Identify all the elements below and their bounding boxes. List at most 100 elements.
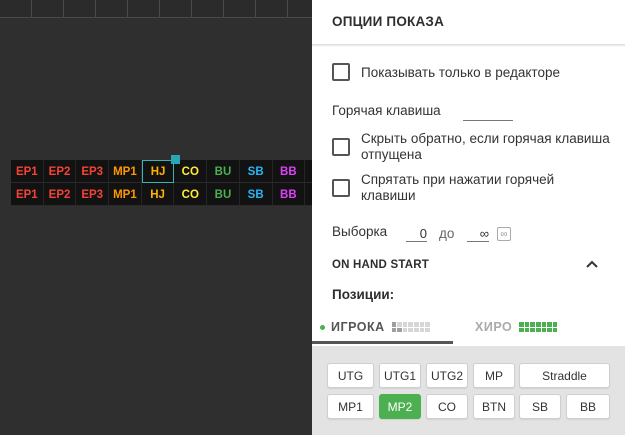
mini-grid-cell: [530, 321, 535, 327]
hotkey-label: Горячая клавиша: [332, 103, 441, 118]
mini-grid-cell: [524, 327, 530, 333]
mini-grid-cell: [397, 321, 402, 327]
position-cell[interactable]: BU: [207, 160, 240, 183]
mini-grid-cell: [419, 327, 425, 333]
position-buttons-area: UTG UTG1 UTG2 MP Straddle MP1 MP2 CO BTN…: [312, 346, 625, 435]
display-options-panel: ОПЦИИ ПОКАЗА Показывать только в редакто…: [312, 0, 625, 435]
mini-grid-cell: [402, 321, 408, 327]
tab-hero-label: ХИРО: [475, 320, 513, 334]
grid-cell: [192, 0, 224, 18]
position-cell[interactable]: EP1: [11, 183, 44, 206]
position-cell[interactable]: CO: [174, 183, 208, 206]
hide-on-release-label: Скрыть обратно, если горячая клавиша отп…: [361, 131, 610, 162]
position-button-co[interactable]: CO: [426, 394, 468, 419]
mini-grid-cell: [541, 327, 547, 333]
position-button-utg2[interactable]: UTG2: [426, 363, 468, 388]
position-cell[interactable]: EP1: [11, 160, 44, 183]
mini-grid-cell: [402, 327, 408, 333]
player-mini-grid-icon: [391, 321, 430, 333]
grid-cell: [64, 0, 96, 18]
grid-cell: [160, 0, 192, 18]
mini-grid-cell: [552, 327, 558, 333]
mini-grid-cell: [547, 327, 552, 333]
position-cell[interactable]: MP1: [109, 183, 142, 206]
position-cell[interactable]: SB: [240, 183, 273, 206]
mini-grid-cell: [414, 321, 419, 327]
mini-grid-cell: [541, 321, 547, 327]
mini-grid-cell: [419, 321, 425, 327]
position-cell[interactable]: EP3: [76, 183, 110, 206]
top-grid-strip: [0, 0, 312, 18]
position-button-utg[interactable]: UTG: [327, 363, 374, 388]
show-only-editor-label: Показывать только в редакторе: [361, 65, 560, 80]
mini-grid-cell: [519, 327, 524, 333]
position-cell[interactable]: SB: [240, 160, 273, 183]
position-cell[interactable]: EP2: [44, 183, 77, 206]
mini-grid-cell: [397, 327, 402, 333]
chevron-up-icon[interactable]: [585, 259, 599, 269]
mini-grid-cell: [536, 327, 541, 333]
show-only-editor-checkbox[interactable]: [332, 63, 350, 81]
mini-grid-cell: [519, 321, 524, 327]
grid-cell: [32, 0, 64, 18]
hide-on-press-checkbox[interactable]: [332, 179, 350, 197]
grid-cell: [256, 0, 288, 18]
sample-to-input[interactable]: ∞: [467, 226, 489, 242]
mini-grid-cell: [530, 327, 535, 333]
position-cell[interactable]: EP3: [76, 160, 110, 183]
section-heading: ON HAND START: [332, 259, 429, 271]
tab-player-label: ИГРОКА: [331, 320, 385, 334]
position-cell[interactable]: HJ: [142, 183, 175, 206]
position-cell[interactable]: BB: [273, 183, 306, 206]
sample-label: Выборка: [332, 224, 388, 239]
position-row: EP1 EP2 EP3 MP1 HJ CO BU SB BB: [11, 183, 312, 206]
hotkey-input[interactable]: [463, 120, 513, 121]
hero-mini-grid-icon: [519, 321, 558, 333]
position-button-mp2[interactable]: MP2: [379, 394, 421, 419]
grid-cell: [224, 0, 256, 18]
position-cell-selected[interactable]: HJ: [141, 160, 175, 183]
tab-hero[interactable]: ХИРО: [475, 316, 558, 338]
position-cell[interactable]: MP1: [109, 160, 142, 183]
position-button-straddle[interactable]: Straddle: [519, 363, 610, 388]
tab-player[interactable]: ИГРОКА: [320, 316, 430, 338]
infinity-icon[interactable]: ∞: [497, 227, 511, 241]
mini-grid-cell: [414, 327, 419, 333]
position-button-sb[interactable]: SB: [519, 394, 561, 419]
table-canvas[interactable]: EP1 EP2 EP3 MP1 HJ CO BU SB BB EP1 EP2 E…: [0, 0, 312, 435]
position-cell[interactable]: BB: [273, 160, 306, 183]
position-button-utg1[interactable]: UTG1: [379, 363, 421, 388]
mini-grid-cell: [408, 321, 413, 327]
mini-grid-cell: [425, 327, 430, 333]
active-dot-icon: [320, 324, 325, 330]
position-button-btn[interactable]: BTN: [473, 394, 515, 419]
position-button-bb[interactable]: BB: [566, 394, 610, 419]
mini-grid-cell: [536, 321, 541, 327]
positions-label: Позиции:: [332, 287, 395, 302]
position-row: EP1 EP2 EP3 MP1 HJ CO BU SB BB: [11, 160, 312, 183]
grid-cell: [288, 0, 312, 18]
mini-grid-cell: [552, 321, 558, 327]
grid-cell: [96, 0, 128, 18]
active-tab-indicator: [312, 341, 453, 344]
resize-handle[interactable]: [171, 155, 180, 164]
sample-to-label: до: [439, 226, 455, 241]
mini-grid-cell: [425, 321, 430, 327]
panel-title: ОПЦИИ ПОКАЗА: [332, 14, 445, 29]
hide-on-release-checkbox[interactable]: [332, 138, 350, 156]
position-cell[interactable]: BU: [207, 183, 240, 206]
position-table[interactable]: EP1 EP2 EP3 MP1 HJ CO BU SB BB EP1 EP2 E…: [11, 160, 312, 206]
position-button-mp1[interactable]: MP1: [327, 394, 374, 419]
header-divider: [312, 44, 625, 47]
mini-grid-cell: [524, 321, 530, 327]
mini-grid-cell: [547, 321, 552, 327]
position-cell[interactable]: EP2: [44, 160, 77, 183]
mini-grid-cell: [391, 321, 397, 327]
sample-from-input[interactable]: 0: [406, 226, 427, 242]
grid-cell: [0, 0, 32, 18]
grid-cell: [128, 0, 160, 18]
mini-grid-cell: [408, 327, 413, 333]
position-button-mp[interactable]: MP: [473, 363, 515, 388]
hide-on-press-label: Спрятать при нажатии горячей клавиши: [361, 172, 555, 203]
mini-grid-cell: [391, 327, 397, 333]
